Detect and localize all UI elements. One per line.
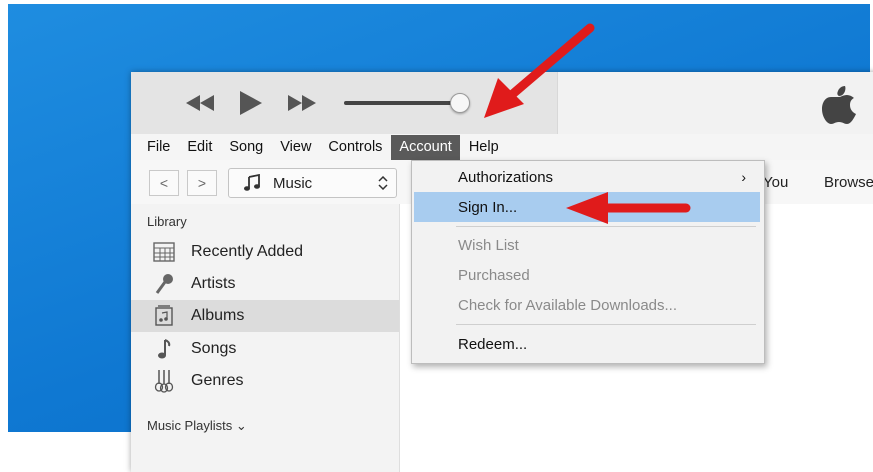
play-button[interactable]: [235, 91, 265, 115]
menu-file[interactable]: File: [139, 135, 178, 160]
menu-view[interactable]: View: [272, 135, 319, 160]
rewind-icon: [186, 95, 214, 111]
media-kind-selector[interactable]: Music: [228, 168, 397, 198]
sidebar-item-label: Recently Added: [191, 243, 304, 260]
menu-separator: [456, 324, 756, 325]
forward-button[interactable]: >: [187, 170, 217, 196]
menu-edit[interactable]: Edit: [179, 135, 220, 160]
menu-item-label: Authorizations: [458, 168, 554, 186]
menu-account[interactable]: Account: [391, 134, 460, 160]
menu-song[interactable]: Song: [221, 135, 271, 160]
calendar-grid-icon: [152, 241, 176, 263]
menu-bar: File Edit Song View Controls Account Hel…: [131, 134, 873, 160]
guitars-icon: [152, 370, 176, 393]
music-playlists-heading[interactable]: Music Playlists ⌄: [147, 418, 247, 434]
play-icon: [240, 91, 262, 115]
fast-forward-icon: [288, 95, 316, 111]
sidebar-item-label: Songs: [191, 340, 237, 357]
menu-help[interactable]: Help: [461, 135, 507, 160]
sidebar-item-label: Albums: [191, 307, 245, 324]
sidebar-item-artists[interactable]: Artists: [131, 268, 399, 300]
menu-item-label: Wish List: [458, 236, 519, 254]
sidebar-item-albums[interactable]: Albums: [131, 300, 399, 332]
sidebar-item-recently-added[interactable]: Recently Added: [131, 236, 399, 268]
sidebar-item-songs[interactable]: Songs: [131, 333, 399, 365]
menu-item-redeem[interactable]: Redeem...: [414, 329, 760, 359]
sidebar-item-label: Genres: [191, 372, 244, 389]
tab-for-you[interactable]: You: [763, 174, 788, 191]
chevron-down-icon: ⌄: [235, 418, 247, 433]
fast-forward-button[interactable]: [285, 92, 319, 114]
back-button[interactable]: <: [149, 170, 179, 196]
chevron-right-icon: >: [197, 175, 207, 191]
menu-item-purchased: Purchased: [414, 260, 760, 290]
menu-item-label: Redeem...: [458, 335, 528, 353]
music-note-icon: [244, 174, 260, 191]
library-heading: Library: [147, 214, 187, 229]
menu-item-label: Purchased: [458, 266, 530, 284]
menu-item-label: Check for Available Downloads...: [458, 296, 678, 314]
menu-item-wish-list: Wish List: [414, 230, 760, 260]
tab-browse[interactable]: Browse: [824, 174, 873, 191]
menu-item-check-downloads: Check for Available Downloads...: [414, 290, 760, 320]
sidebar-item-genres[interactable]: Genres: [131, 365, 399, 397]
sidebar: Library Recently Added Artists Albums So…: [131, 204, 400, 472]
annotation-arrow-to-account: [484, 23, 595, 118]
itunes-window: File Edit Song View Controls Account Hel…: [131, 72, 873, 472]
music-playlists-label: Music Playlists: [147, 418, 233, 433]
apple-logo-icon: [822, 86, 856, 124]
annotation-arrow-to-sign-in: [566, 192, 691, 224]
menu-controls[interactable]: Controls: [320, 135, 390, 160]
chevron-left-icon: <: [159, 175, 169, 191]
media-kind-label: Music: [273, 174, 313, 192]
microphone-icon: [152, 273, 176, 295]
sidebar-item-label: Artists: [191, 275, 236, 292]
rewind-button[interactable]: [183, 92, 217, 114]
submenu-chevron-icon: ›: [741, 169, 746, 185]
up-down-chevron-icon: [378, 176, 388, 190]
music-note-icon: [152, 338, 176, 360]
album-icon: [152, 305, 176, 327]
volume-slider-track[interactable]: [344, 101, 460, 105]
menu-item-label: Sign In...: [458, 198, 518, 216]
volume-slider-knob[interactable]: [450, 93, 470, 113]
